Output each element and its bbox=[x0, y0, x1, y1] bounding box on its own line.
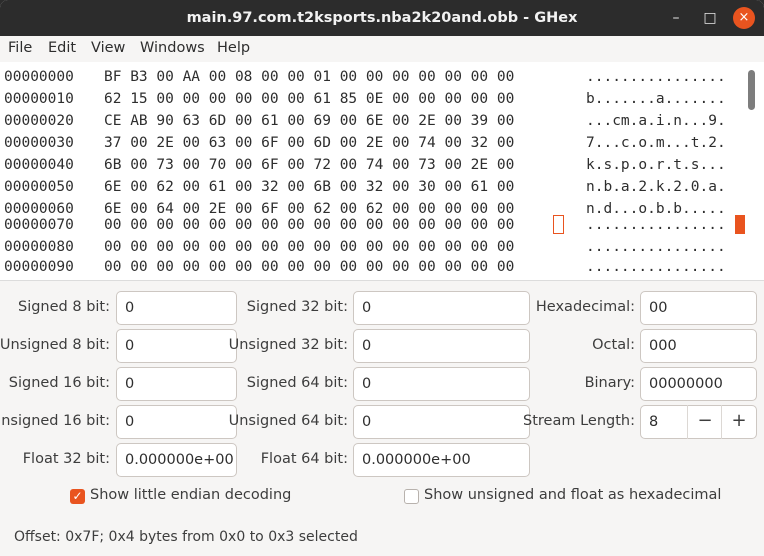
hex-row: 00000020 CE AB 90 63 6D 00 61 00 69 00 6… bbox=[0, 113, 744, 133]
float-64-bit-field[interactable]: 0.000000e+00 bbox=[353, 443, 530, 477]
row-hex-bytes[interactable]: BF B3 00 AA 00 08 00 00 01 00 00 00 00 0… bbox=[104, 69, 514, 85]
window-title: main.97.com.t2ksports.nba2k20and.obb - G… bbox=[186, 10, 578, 26]
row-ascii[interactable]: ................ bbox=[586, 69, 726, 85]
scrollbar-thumb[interactable] bbox=[748, 70, 755, 110]
menu-view[interactable]: View bbox=[91, 40, 125, 56]
row-hex-bytes[interactable]: CE AB 90 63 6D 00 61 00 69 00 6E 00 2E 0… bbox=[104, 113, 514, 129]
row-offset: 00000090 bbox=[4, 259, 74, 275]
float-32-bit-label: Float 32 bit: bbox=[22, 451, 110, 467]
row-offset: 00000050 bbox=[4, 179, 74, 195]
float-32-bit-field[interactable]: 0.000000e+00 bbox=[116, 443, 237, 477]
hex-row: 00000080 00 00 00 00 00 00 00 00 00 00 0… bbox=[0, 239, 744, 259]
signed-64-bit-field[interactable]: 0 bbox=[353, 367, 530, 401]
row-offset: 00000030 bbox=[4, 135, 74, 151]
stream-length-decrement-button[interactable]: − bbox=[687, 405, 722, 439]
row-ascii[interactable]: ................ bbox=[586, 217, 726, 233]
hex-cursor-outline bbox=[553, 215, 564, 234]
signed-16-bit-field[interactable]: 0 bbox=[116, 367, 237, 401]
menu-edit[interactable]: Edit bbox=[48, 40, 76, 56]
row-offset: 00000000 bbox=[4, 69, 74, 85]
row-ascii[interactable]: ...cm.a.i.n...9. bbox=[586, 113, 726, 129]
octal-label: Octal: bbox=[592, 337, 635, 353]
signed-32-bit-label: Signed 32 bit: bbox=[246, 299, 348, 315]
hex-row: 00000040 6B 00 73 00 70 00 6F 00 72 00 7… bbox=[0, 157, 744, 177]
menu-bar: File Edit View Windows Help bbox=[0, 36, 764, 62]
row-offset: 00000020 bbox=[4, 113, 74, 129]
float-64-bit-label: Float 64 bit: bbox=[260, 451, 348, 467]
stream-length-increment-button[interactable]: + bbox=[721, 405, 756, 439]
menu-file[interactable]: File bbox=[8, 40, 32, 56]
row-ascii[interactable]: b.......a....... bbox=[586, 91, 726, 107]
binary-label: Binary: bbox=[584, 375, 635, 391]
row-offset: 00000010 bbox=[4, 91, 74, 107]
unsigned-64-bit-field[interactable]: 0 bbox=[353, 405, 530, 439]
hex-row: 00000030 37 00 2E 00 63 00 6F 00 6D 00 2… bbox=[0, 135, 744, 155]
row-ascii[interactable]: ................ bbox=[586, 239, 726, 255]
ghex-window: main.97.com.t2ksports.nba2k20and.obb - G… bbox=[0, 0, 764, 556]
row-offset: 00000040 bbox=[4, 157, 74, 173]
stream-length-label: Stream Length: bbox=[523, 413, 635, 429]
stream-length-value[interactable]: 8 bbox=[649, 414, 658, 430]
row-ascii[interactable]: n.d...o.b.b..... bbox=[586, 201, 726, 217]
row-offset: 00000060 bbox=[4, 201, 74, 217]
unsigned-16-bit-field[interactable]: 0 bbox=[116, 405, 237, 439]
unsigned-32-bit-label: Unsigned 32 bit: bbox=[228, 337, 348, 353]
signed-64-bit-label: Signed 64 bit: bbox=[246, 375, 348, 391]
row-hex-bytes[interactable]: 00 00 00 00 00 00 00 00 00 00 00 00 00 0… bbox=[104, 259, 514, 275]
hex-row: 00000070 00 00 00 00 00 00 00 00 00 00 0… bbox=[0, 217, 744, 237]
row-hex-bytes[interactable]: 62 15 00 00 00 00 00 00 61 85 0E 00 00 0… bbox=[104, 91, 514, 107]
unsigned-64-bit-label: Unsigned 64 bit: bbox=[228, 413, 348, 429]
minimize-icon[interactable]: – bbox=[665, 7, 687, 29]
row-offset: 00000080 bbox=[4, 239, 74, 255]
row-ascii[interactable]: k.s.p.o.r.t.s... bbox=[586, 157, 726, 173]
menu-windows[interactable]: Windows bbox=[140, 40, 205, 56]
signed-32-bit-field[interactable]: 0 bbox=[353, 291, 530, 325]
row-hex-bytes[interactable]: 6E 00 64 00 2E 00 6F 00 62 00 62 00 00 0… bbox=[104, 201, 514, 217]
row-hex-bytes[interactable]: 6E 00 62 00 61 00 32 00 6B 00 32 00 30 0… bbox=[104, 179, 514, 195]
binary-field[interactable]: 00000000 bbox=[640, 367, 757, 401]
hex-row: 00000050 6E 00 62 00 61 00 32 00 6B 00 3… bbox=[0, 179, 744, 199]
little-endian-checkbox[interactable]: ✓ bbox=[70, 489, 85, 504]
octal-field[interactable]: 000 bbox=[640, 329, 757, 363]
row-hex-bytes[interactable]: 00 00 00 00 00 00 00 00 00 00 00 00 00 0… bbox=[104, 217, 514, 233]
row-hex-bytes[interactable]: 6B 00 73 00 70 00 6F 00 72 00 74 00 73 0… bbox=[104, 157, 514, 173]
unsigned-hex-checkbox[interactable] bbox=[404, 489, 419, 504]
maximize-icon[interactable]: □ bbox=[699, 7, 721, 29]
hex-row: 00000000 BF B3 00 AA 00 08 00 00 01 00 0… bbox=[0, 69, 744, 89]
unsigned-8-bit-field[interactable]: 0 bbox=[116, 329, 237, 363]
signed-8-bit-label: Signed 8 bit: bbox=[18, 299, 110, 315]
status-bar: Offset: 0x7F; 0x4 bytes from 0x0 to 0x3 … bbox=[14, 529, 358, 545]
vertical-scrollbar[interactable] bbox=[744, 62, 758, 280]
unsigned-16-bit-label: Unsigned 16 bit: bbox=[0, 413, 110, 429]
close-icon[interactable]: × bbox=[733, 7, 755, 29]
hexadecimal-field[interactable]: 00 bbox=[640, 291, 757, 325]
row-hex-bytes[interactable]: 37 00 2E 00 63 00 6F 00 6D 00 2E 00 74 0… bbox=[104, 135, 514, 151]
row-hex-bytes[interactable]: 00 00 00 00 00 00 00 00 00 00 00 00 00 0… bbox=[104, 239, 514, 255]
menu-help[interactable]: Help bbox=[217, 40, 250, 56]
unsigned-hex-label[interactable]: Show unsigned and float as hexadecimal bbox=[424, 487, 721, 503]
unsigned-8-bit-label: Unsigned 8 bit: bbox=[0, 337, 110, 353]
hex-row: 00000090 00 00 00 00 00 00 00 00 00 00 0… bbox=[0, 259, 744, 279]
row-ascii[interactable]: ................ bbox=[586, 259, 726, 275]
hex-row: 00000010 62 15 00 00 00 00 00 00 61 85 0… bbox=[0, 91, 744, 111]
row-ascii[interactable]: n.b.a.2.k.2.0.a. bbox=[586, 179, 726, 195]
title-bar[interactable]: main.97.com.t2ksports.nba2k20and.obb - G… bbox=[0, 0, 764, 36]
little-endian-label[interactable]: Show little endian decoding bbox=[90, 487, 291, 503]
row-offset: 00000070 bbox=[4, 217, 74, 233]
signed-8-bit-field[interactable]: 0 bbox=[116, 291, 237, 325]
row-ascii[interactable]: 7...c.o.m...t.2. bbox=[586, 135, 726, 151]
unsigned-32-bit-field[interactable]: 0 bbox=[353, 329, 530, 363]
hex-view[interactable]: 00000000 BF B3 00 AA 00 08 00 00 01 00 0… bbox=[0, 62, 764, 280]
signed-16-bit-label: Signed 16 bit: bbox=[8, 375, 110, 391]
hexadecimal-label: Hexadecimal: bbox=[535, 299, 635, 315]
